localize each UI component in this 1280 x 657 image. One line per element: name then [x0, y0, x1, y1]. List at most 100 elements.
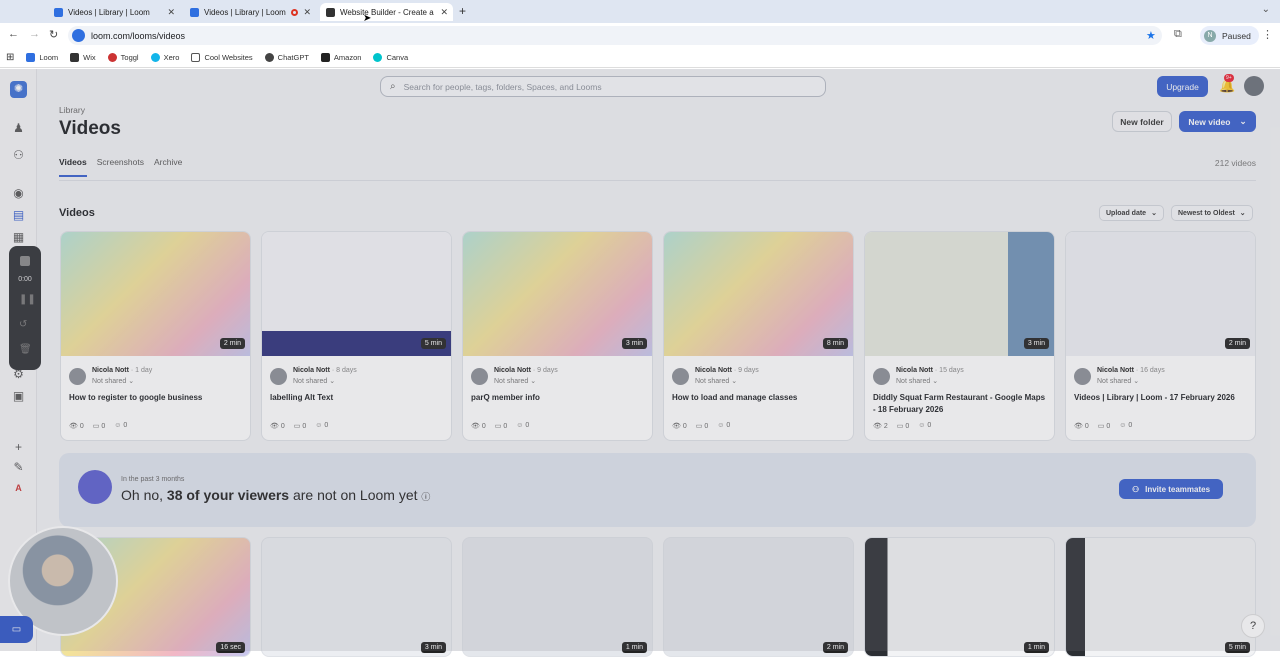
views-stat: 👁 0	[471, 423, 486, 430]
share-status[interactable]: Not shared ⌄	[695, 377, 737, 385]
tab-title: Website Builder - Create a Fr	[340, 7, 436, 17]
video-card[interactable]: 2 min	[663, 537, 854, 657]
forward-icon[interactable]: →	[29, 28, 40, 40]
share-status[interactable]: Not shared ⌄	[92, 377, 134, 385]
video-title[interactable]: labelling Alt Text	[270, 392, 446, 404]
tab-videos[interactable]: Videos	[59, 157, 87, 177]
video-card[interactable]: 2 min Nicola Nott · 16 days Not shared ⌄…	[1065, 231, 1256, 441]
share-status[interactable]: Not shared ⌄	[494, 377, 536, 385]
video-card[interactable]: 3 min	[261, 537, 452, 657]
avatar	[69, 368, 86, 385]
search-input[interactable]: ⌕ Search for people, tags, folders, Spac…	[380, 76, 826, 97]
browser-tab-strip: Videos | Library | Loom ✕ Videos | Libra…	[0, 0, 1280, 23]
bookmark-chatgpt[interactable]: ChatGPT	[264, 53, 309, 62]
invite-teammates-button[interactable]: ⚇ Invite teammates	[1119, 479, 1223, 499]
bookmark-star-icon[interactable]: ★	[1146, 29, 1156, 42]
camera-icon[interactable]: ▭	[0, 616, 33, 643]
video-title[interactable]: Videos | Library | Loom - 17 February 20…	[1074, 392, 1250, 404]
search-placeholder: Search for people, tags, folders, Spaces…	[403, 81, 602, 92]
video-card[interactable]: 5 min Nicola Nott · 8 days Not shared ⌄ …	[261, 231, 452, 441]
profile-avatar: N	[1204, 29, 1216, 42]
extensions-icon[interactable]: ⧉	[1174, 28, 1182, 41]
tab-archive[interactable]: Archive	[154, 157, 182, 177]
menu-icon[interactable]: ⋮	[1262, 28, 1273, 41]
comments-count: 0	[302, 423, 307, 430]
video-card[interactable]: 8 min Nicola Nott · 9 days Not shared ⌄ …	[663, 231, 854, 441]
tab-screenshots[interactable]: Screenshots	[97, 157, 144, 177]
bookmark-wix[interactable]: Wix	[70, 53, 96, 62]
new-tab-icon[interactable]: +	[459, 4, 466, 18]
bookmark-canva[interactable]: Canva	[373, 53, 408, 62]
pause-icon[interactable]: ❚❚	[19, 294, 36, 305]
duration-badge: 16 sec	[216, 642, 245, 653]
browser-tab-3[interactable]: Website Builder - Create a Fr ✕	[320, 3, 453, 21]
chevron-down-icon[interactable]: ⌄	[1262, 4, 1270, 15]
bookmark-xero[interactable]: Xero	[150, 53, 179, 62]
user-avatar[interactable]	[1244, 76, 1264, 96]
loom-logo-icon[interactable]: ✺	[10, 81, 27, 98]
reload-icon[interactable]: ↻	[49, 28, 58, 41]
divider	[59, 180, 1256, 181]
user-initial-icon[interactable]: A	[11, 481, 26, 496]
person-icon[interactable]: ◉	[11, 186, 26, 201]
site-info-icon[interactable]	[72, 29, 85, 42]
stop-icon[interactable]	[20, 256, 30, 266]
views-count: 0	[481, 423, 486, 430]
bookmark-loom[interactable]: Loom	[26, 53, 58, 62]
new-folder-button[interactable]: New folder	[1112, 111, 1172, 132]
bookmark-toggl[interactable]: Toggl	[107, 53, 139, 62]
views-stat: 👁 0	[1074, 423, 1089, 430]
comments-stat: ▭ 0	[1097, 423, 1111, 430]
video-card[interactable]: 5 min	[1065, 537, 1256, 657]
workspace-avatar-icon[interactable]: ♟	[11, 121, 26, 136]
help-icon[interactable]: ?	[1241, 614, 1265, 638]
url-bar[interactable]: loom.com/looms/videos	[68, 26, 1162, 45]
close-icon[interactable]: ✕	[303, 7, 311, 18]
video-card[interactable]: 3 min Nicola Nott · 15 days Not shared ⌄…	[864, 231, 1055, 441]
share-status-label: Not shared	[896, 378, 931, 385]
video-card[interactable]: 3 min Nicola Nott · 9 days Not shared ⌄ …	[462, 231, 653, 441]
duration-badge: 2 min	[1224, 338, 1250, 349]
video-title[interactable]: parQ member info	[471, 392, 647, 404]
owner-name: Nicola Nott	[494, 367, 531, 374]
extension-icon[interactable]: ✎	[11, 460, 26, 475]
library-icon[interactable]: ▤	[11, 208, 26, 223]
info-icon[interactable]: ⓘ	[421, 492, 430, 502]
upgrade-button[interactable]: Upgrade	[1157, 76, 1208, 97]
breadcrumb[interactable]: Library	[59, 105, 85, 115]
video-card[interactable]: 1 min	[462, 537, 653, 657]
video-title[interactable]: How to load and manage classes	[672, 392, 848, 404]
browser-tab-2[interactable]: Videos | Library | Loom ✕	[184, 3, 316, 21]
close-icon[interactable]: ✕	[167, 7, 175, 18]
video-card[interactable]: 1 min	[864, 537, 1055, 657]
profile-button[interactable]: N Paused	[1200, 26, 1259, 45]
apps-grid-icon[interactable]: ⊞	[6, 52, 14, 63]
share-status[interactable]: Not shared ⌄	[896, 377, 938, 385]
notifications-bell-icon[interactable]: 🔔 9+	[1219, 74, 1235, 94]
recordings-icon[interactable]: ▣	[11, 389, 26, 404]
video-title[interactable]: Diddly Squat Farm Restaurant - Google Ma…	[873, 392, 1049, 416]
sort-order-dropdown[interactable]: Newest to Oldest ⌄	[1171, 205, 1253, 221]
comments-count: 0	[704, 423, 709, 430]
delete-icon[interactable]: 🗑	[19, 344, 32, 355]
share-status[interactable]: Not shared ⌄	[293, 377, 335, 385]
bookmark-amazon[interactable]: Amazon	[320, 53, 361, 62]
video-card[interactable]: 2 min Nicola Nott · 1 day Not shared ⌄ H…	[60, 231, 251, 441]
add-icon[interactable]: +	[11, 440, 26, 455]
restart-icon[interactable]: ↺	[19, 319, 27, 330]
bookmark-cool-websites[interactable]: Cool Websites	[191, 53, 253, 62]
share-status[interactable]: Not shared ⌄	[1097, 377, 1139, 385]
browser-tab-1[interactable]: Videos | Library | Loom ✕	[48, 3, 180, 21]
close-icon[interactable]: ✕	[440, 7, 448, 18]
share-status-label: Not shared	[695, 378, 730, 385]
calendar-icon[interactable]: ▦	[11, 230, 26, 245]
chevron-down-icon: ⌄	[1239, 116, 1247, 126]
share-status-label: Not shared	[92, 378, 127, 385]
new-video-button[interactable]: New video ⌄	[1179, 111, 1256, 132]
add-person-icon[interactable]: ⚇	[11, 148, 26, 163]
duration-badge: 1 min	[1023, 642, 1049, 653]
video-title[interactable]: How to register to google business	[69, 392, 245, 404]
back-icon[interactable]: ←	[8, 28, 19, 40]
comments-count: 0	[1106, 423, 1111, 430]
sort-field-dropdown[interactable]: Upload date ⌄	[1099, 205, 1164, 221]
